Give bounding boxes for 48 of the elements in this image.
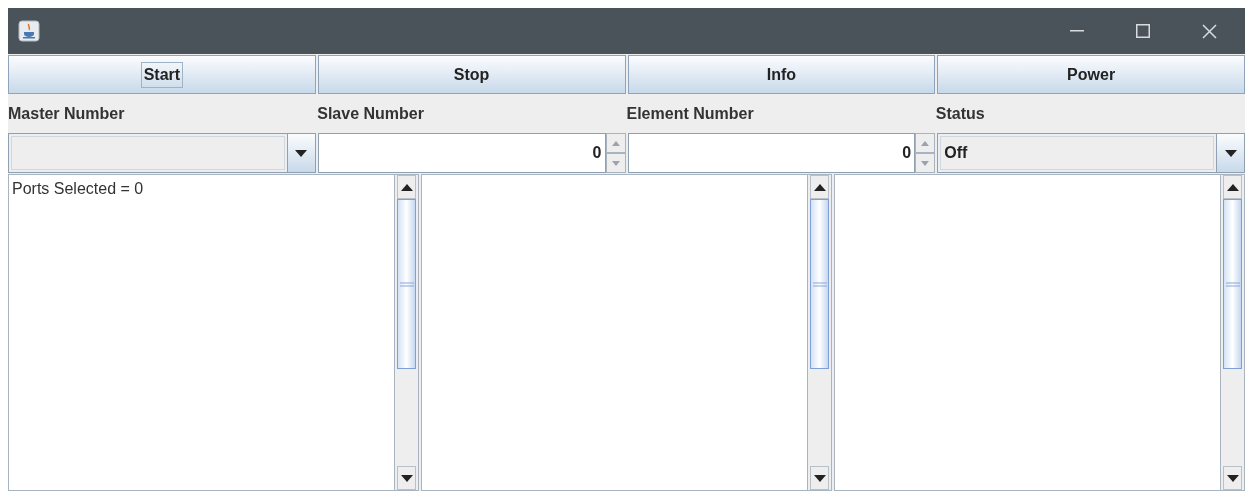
minimize-icon[interactable] — [1070, 30, 1084, 32]
dropdown-button[interactable] — [1216, 134, 1244, 172]
up-arrow-icon — [1226, 183, 1239, 191]
dropdown-button[interactable] — [286, 134, 315, 172]
combo-value: Off — [944, 143, 968, 163]
down-arrow-icon — [400, 474, 413, 482]
scroll-down-button[interactable] — [1223, 466, 1242, 490]
down-arrow-icon — [920, 159, 931, 167]
down-arrow-icon — [610, 159, 621, 167]
toolbar-button[interactable]: Start — [8, 55, 316, 94]
up-arrow-icon — [813, 183, 826, 191]
combo-box[interactable]: Off — [937, 133, 1245, 173]
number-field[interactable]: 0 — [317, 133, 606, 173]
toolbar-button[interactable]: Info — [627, 55, 936, 94]
dropdown-arrow-icon — [295, 149, 308, 157]
scroll-thumb[interactable] — [397, 199, 416, 369]
spin-up-button[interactable] — [605, 133, 626, 153]
scroll-up-button[interactable] — [397, 175, 416, 199]
field-label: Status — [935, 103, 986, 124]
scrollbar[interactable] — [394, 175, 418, 490]
scroll-thumb[interactable] — [810, 199, 829, 369]
down-arrow-icon — [813, 474, 826, 482]
field-label: Master Number — [8, 103, 126, 124]
scroll-down-button[interactable] — [397, 466, 416, 490]
field-label: Slave Number — [317, 103, 425, 124]
up-arrow-icon — [920, 139, 931, 147]
text-area[interactable]: Ports Selected = 0 — [8, 174, 419, 491]
up-arrow-icon — [400, 183, 413, 191]
field-label: Element Number — [626, 103, 755, 124]
spin-up-button[interactable] — [915, 133, 936, 153]
down-arrow-icon — [1226, 474, 1239, 482]
scrollbar[interactable] — [1220, 175, 1244, 490]
up-arrow-icon — [610, 139, 621, 147]
scroll-up-button[interactable] — [1223, 175, 1242, 199]
number-field[interactable]: 0 — [627, 133, 916, 173]
toolbar-button[interactable]: Power — [937, 55, 1245, 94]
scroll-thumb[interactable] — [1223, 199, 1242, 369]
spin-down-button[interactable] — [605, 153, 626, 173]
scroll-down-button[interactable] — [810, 466, 829, 490]
scrollbar[interactable] — [807, 175, 831, 490]
toolbar-button[interactable]: Stop — [317, 55, 626, 94]
spin-down-button[interactable] — [915, 153, 936, 173]
app-icon — [18, 20, 40, 42]
maximize-icon[interactable] — [1136, 24, 1150, 38]
close-icon[interactable] — [1202, 23, 1217, 39]
dropdown-arrow-icon — [1224, 149, 1237, 157]
scroll-up-button[interactable] — [810, 175, 829, 199]
text-content: Ports Selected = 0 — [12, 179, 145, 199]
